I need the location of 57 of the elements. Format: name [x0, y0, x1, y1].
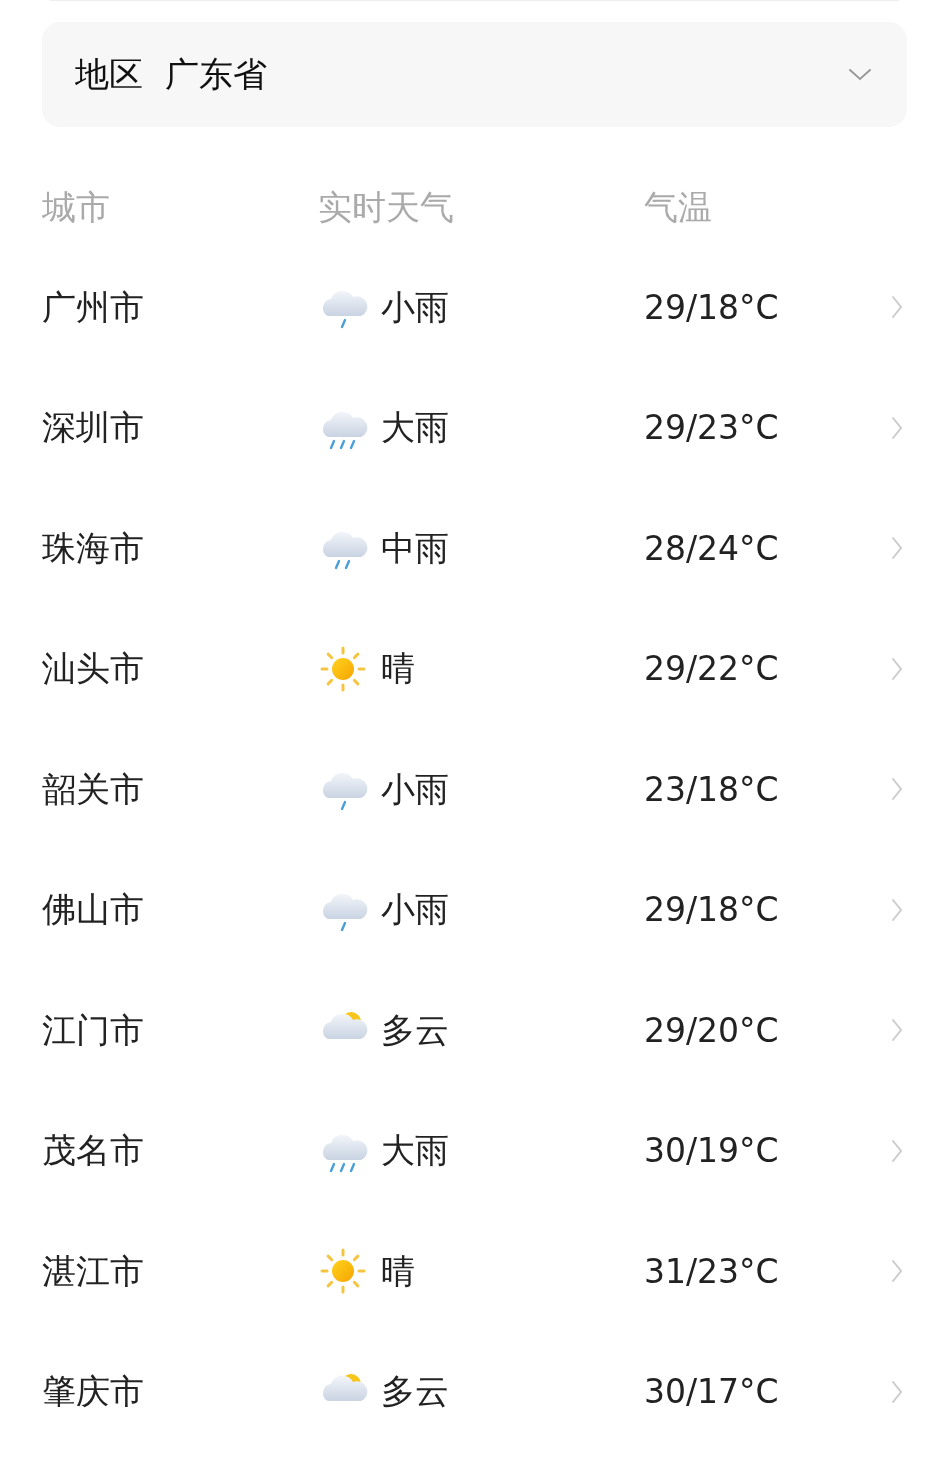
city-name: 广州市	[42, 285, 145, 329]
chevron-right-icon	[891, 1379, 903, 1404]
city-row[interactable]: 汕头市 晴 29/22°C	[0, 608, 949, 729]
city-name: 汕头市	[42, 647, 145, 691]
weather-text: 大雨	[381, 406, 449, 450]
weather-text: 晴	[381, 1249, 415, 1293]
city-row[interactable]: 韶关市 小雨 23/18°C	[0, 729, 949, 850]
column-header: 城市	[42, 185, 111, 229]
city-row[interactable]: 深圳市 大雨 29/23°C	[0, 367, 949, 488]
chevron-right-icon	[891, 415, 903, 440]
column-header: 气温	[644, 185, 712, 229]
weather-text: 中雨	[381, 526, 449, 570]
city-row[interactable]: 肇庆市 多云 30/17°C	[0, 1331, 949, 1452]
region-dropdown[interactable]: 地区 广东省	[42, 22, 907, 127]
temperature: 29/23°C	[644, 407, 779, 449]
city-row[interactable]: 茂名市 大雨 30/19°C	[0, 1090, 949, 1211]
weather-text: 小雨	[381, 888, 449, 932]
region-label: 地区	[75, 53, 143, 96]
chevron-right-icon	[891, 295, 903, 320]
city-name: 茂名市	[42, 1129, 145, 1173]
temperature: 30/19°C	[644, 1130, 779, 1172]
city-name: 深圳市	[42, 406, 145, 450]
weather-text: 多云	[381, 1370, 449, 1414]
column-header: 实时天气	[318, 185, 455, 229]
city-row[interactable]: 珠海市 中雨 28/24°C	[0, 488, 949, 609]
chevron-right-icon	[891, 656, 903, 681]
temperature: 30/17°C	[644, 1371, 779, 1413]
weather-text: 小雨	[381, 767, 449, 811]
weather-text: 大雨	[381, 1129, 449, 1173]
city-name: 韶关市	[42, 767, 145, 811]
city-row[interactable]: 佛山市 小雨 29/18°C	[0, 849, 949, 970]
chevron-right-icon	[891, 777, 903, 802]
chevron-right-icon	[891, 1138, 903, 1163]
temperature: 23/18°C	[644, 768, 779, 811]
weather-text: 晴	[381, 647, 415, 691]
weather-text: 多云	[381, 1008, 449, 1052]
chevron-right-icon	[891, 536, 903, 561]
city-name: 江门市	[42, 1008, 145, 1052]
city-name: 佛山市	[42, 888, 145, 932]
chevron-down-icon	[848, 67, 872, 82]
city-row[interactable]: 江门市 多云 29/20°C	[0, 970, 949, 1091]
region-value: 广东省	[165, 53, 267, 96]
temperature: 29/20°C	[644, 1009, 779, 1052]
city-row[interactable]: 广州市 小雨 29/18°C	[0, 247, 949, 368]
city-name: 湛江市	[42, 1249, 145, 1293]
temperature: 29/18°C	[644, 889, 779, 931]
chevron-right-icon	[891, 1259, 903, 1284]
city-row[interactable]: 湛江市 晴 31/23°C	[0, 1211, 949, 1332]
chevron-right-icon	[891, 1018, 903, 1043]
temperature: 31/23°C	[644, 1250, 779, 1293]
temperature: 29/18°C	[644, 286, 779, 329]
temperature: 29/22°C	[644, 648, 779, 690]
city-name: 肇庆市	[42, 1370, 145, 1414]
temperature: 28/24°C	[644, 527, 779, 570]
chevron-right-icon	[891, 897, 903, 922]
weather-text: 小雨	[381, 285, 449, 329]
city-name: 珠海市	[42, 526, 145, 570]
